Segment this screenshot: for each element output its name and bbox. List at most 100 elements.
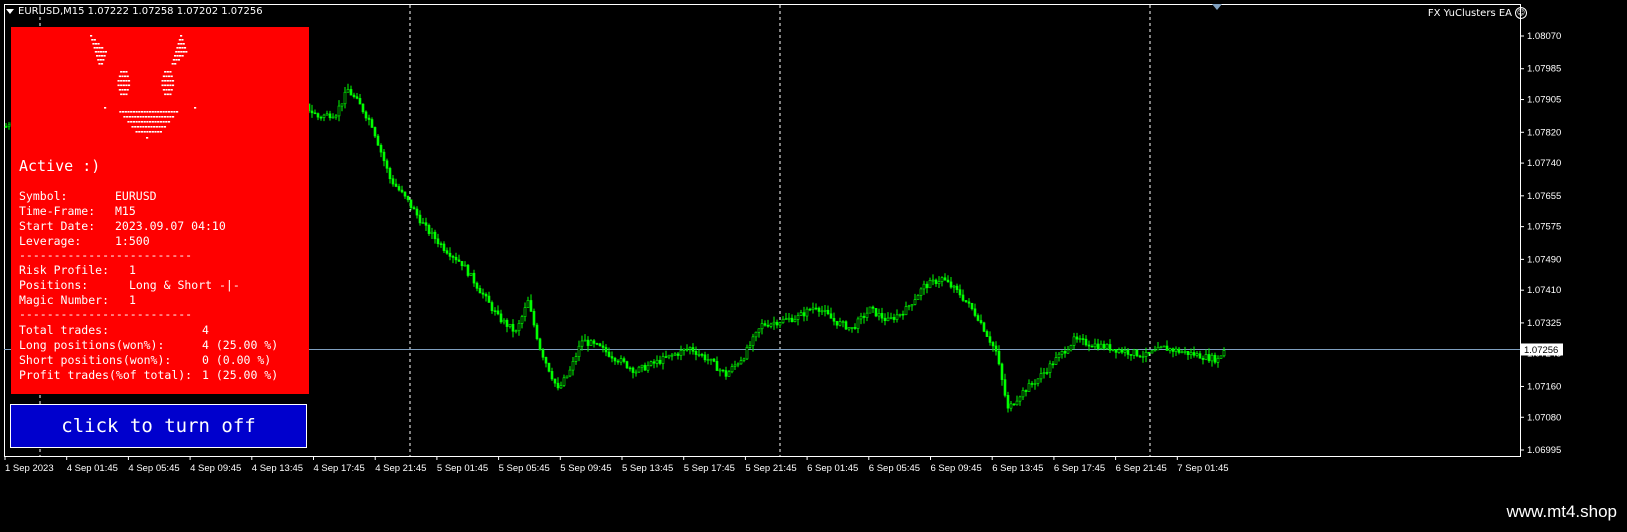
candle-body (553, 378, 557, 384)
logo-dot (138, 131, 141, 133)
logo-dot (169, 93, 172, 96)
logo-dot (142, 116, 145, 118)
candle-body (505, 319, 509, 327)
candle-body (619, 358, 623, 363)
x-tick-label: 6 Sep 09:45 (931, 463, 982, 474)
chart-menu-triangle-icon[interactable] (6, 8, 14, 14)
logo-dot (122, 80, 125, 82)
y-tick-label: 1.07160 (1527, 381, 1561, 392)
candle-body (838, 321, 842, 326)
candle-body (631, 367, 635, 373)
logo-dot (165, 121, 168, 123)
logo-dot (122, 93, 125, 96)
candle-body (445, 250, 449, 254)
smiley-icon[interactable]: ☺ (1515, 7, 1527, 19)
logo-dot (180, 43, 183, 45)
candle-body (556, 382, 560, 389)
y-tick-label: 1.07080 (1527, 412, 1561, 423)
candle-body (1102, 343, 1106, 349)
logo-dot (120, 71, 123, 73)
candle-body (799, 312, 803, 316)
candle-body (970, 303, 974, 310)
candle-body (859, 315, 863, 320)
logo-dot (176, 47, 179, 49)
x-tick-label: 5 Sep 13:45 (622, 463, 673, 474)
logo-dot (100, 63, 104, 65)
candle-body (832, 318, 836, 322)
candle-body (742, 358, 746, 361)
logo-dot (164, 93, 167, 96)
candle-body (1195, 353, 1199, 356)
candle-body (328, 113, 332, 119)
candle-body (343, 91, 347, 105)
candle-body (964, 300, 968, 303)
info-key: Profit trades(%of total): (19, 368, 193, 382)
candle-body (454, 256, 458, 261)
candle-body (379, 144, 383, 153)
candle-body (523, 307, 527, 318)
logo-dot (154, 111, 157, 113)
logo-dot (103, 55, 106, 57)
separator: ------------------------- (19, 307, 193, 321)
logo-dot (120, 93, 123, 96)
candle-body (913, 299, 917, 305)
candle-body (775, 321, 779, 326)
candle-body (1165, 345, 1169, 351)
candle-body (1114, 349, 1118, 353)
candle-body (763, 323, 767, 326)
candle-body (940, 277, 944, 282)
candle-body (349, 89, 353, 96)
x-tick-label: 5 Sep 21:45 (745, 463, 796, 474)
candle-body (550, 371, 554, 380)
logo-dot (136, 116, 140, 118)
logo-dot (122, 111, 125, 113)
candle-body (508, 323, 512, 327)
candle-body (667, 354, 671, 358)
candle-body (1192, 352, 1196, 356)
candle-body (448, 252, 452, 257)
logo-dot (149, 121, 152, 123)
candle-body (7, 124, 11, 127)
turn-off-button[interactable]: click to turn off (10, 404, 307, 448)
candle-body (490, 302, 494, 312)
x-tick-label: 6 Sep 13:45 (992, 463, 1043, 474)
candle-body (373, 127, 377, 137)
info-value: 1 (129, 293, 136, 307)
logo-dot (104, 51, 107, 53)
candle-body (451, 256, 455, 258)
candle-body (358, 98, 362, 105)
candle-body (673, 353, 677, 356)
candle-body (1132, 349, 1136, 356)
candle-body (883, 317, 887, 322)
info-row-start-date: Start Date: 2023.09.07 04:10 (19, 219, 226, 234)
logo-dot (166, 80, 169, 82)
logo-dot (122, 71, 125, 73)
logo-dot (180, 35, 183, 37)
logo-dot (147, 116, 150, 118)
candle-body (904, 306, 908, 316)
logo-dot (170, 89, 173, 91)
logo-dot (178, 47, 182, 49)
info-value: 4 (25.00 %) (202, 338, 279, 352)
candle-body (748, 345, 752, 348)
candle-body (988, 336, 992, 343)
candle-body (907, 305, 911, 308)
candle-body (586, 339, 590, 346)
candle-body (1216, 358, 1220, 363)
candle-body (1105, 344, 1109, 349)
logo-dot (161, 80, 164, 82)
candle-body (532, 310, 536, 326)
candle-body (1147, 351, 1151, 354)
candle-body (802, 312, 806, 317)
candle-body (670, 354, 674, 357)
candle-body (1003, 379, 1007, 396)
candle-body (736, 363, 740, 366)
logo-dot (93, 39, 96, 41)
info-key: Symbol: (19, 189, 68, 203)
candle-body (757, 328, 761, 333)
info-value: 1 (129, 263, 136, 277)
candle-body (313, 112, 317, 115)
info-value: Long & Short -|- (129, 278, 240, 292)
candle-body (601, 345, 605, 348)
candle-body (340, 103, 344, 107)
